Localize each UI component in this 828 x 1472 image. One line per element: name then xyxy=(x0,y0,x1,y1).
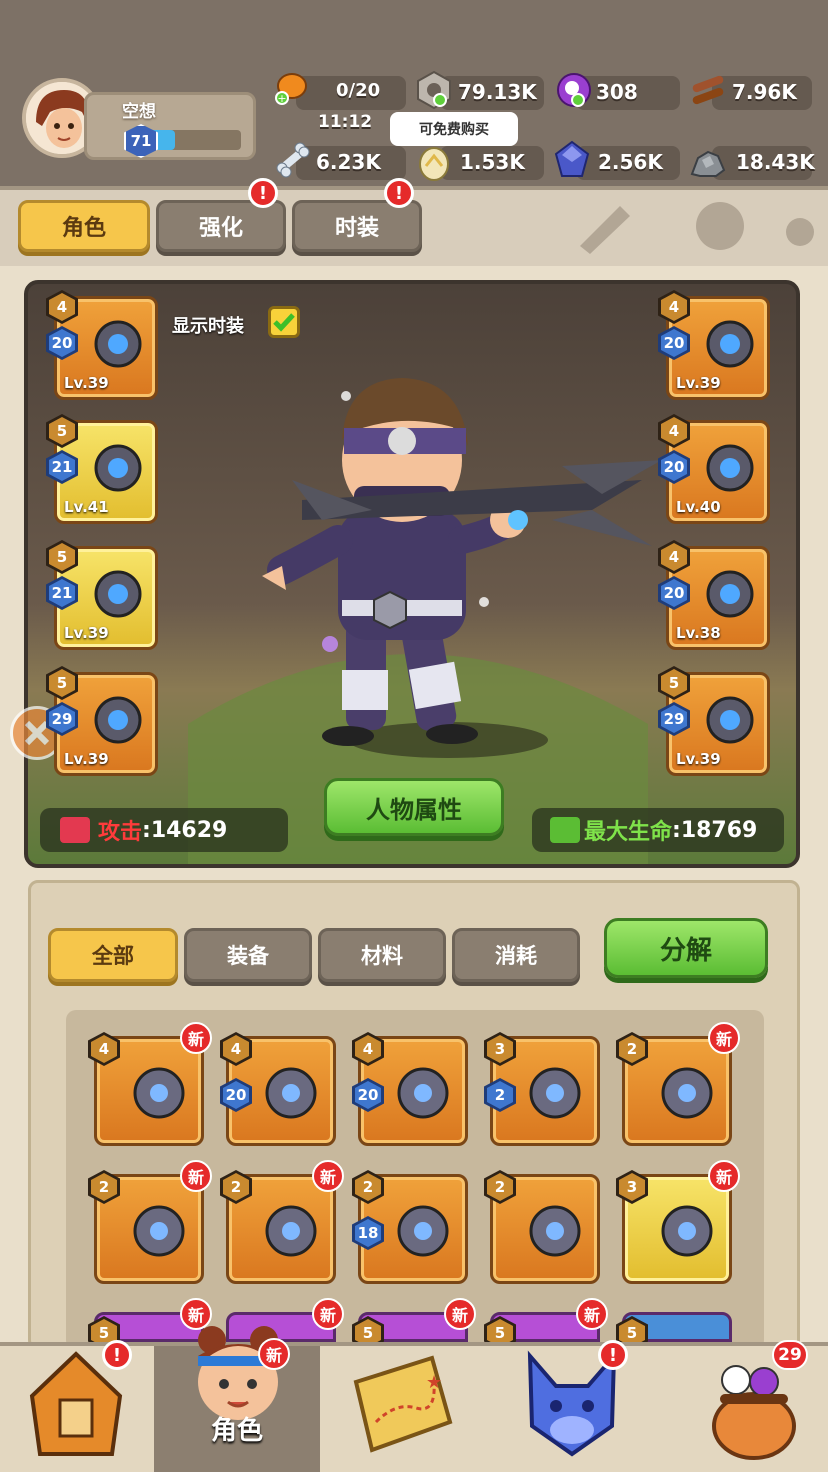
gem-value: 308 xyxy=(596,80,638,104)
filter-tab-all[interactable]: 全部 xyxy=(48,928,178,982)
item-icon xyxy=(661,1067,713,1119)
treasure-map-icon: ★ xyxy=(353,1355,453,1453)
item-icon xyxy=(529,1205,581,1257)
enhance-alert-icon: ! xyxy=(248,178,278,208)
check-icon xyxy=(273,313,295,332)
hexcoin-value: 79.13K xyxy=(458,80,537,104)
bone-value: 6.23K xyxy=(316,150,381,174)
nav-character-label: 角色 xyxy=(211,1416,264,1446)
purple-gem-icon[interactable] xyxy=(554,70,594,110)
tab-costume[interactable]: 时装 xyxy=(292,200,422,252)
stone-value: 18.43K xyxy=(736,150,815,174)
heart-icon xyxy=(550,817,580,843)
nav-map-button[interactable]: ★ xyxy=(346,1352,458,1456)
new-badge: 新 xyxy=(708,1160,740,1192)
equipment-level: Lv.40 xyxy=(676,498,721,516)
decompose-button[interactable]: 分解 xyxy=(604,918,768,978)
equipment-icon xyxy=(94,696,142,744)
player-name: 空想 xyxy=(122,102,156,122)
equipment-icon xyxy=(94,570,142,618)
equipment-level: Lv.39 xyxy=(64,750,109,768)
hp-stat: 最大生命 :18769 xyxy=(532,808,784,852)
egg-icon[interactable] xyxy=(414,142,454,182)
filter-tab-consumable[interactable]: 消耗 xyxy=(452,928,580,982)
attributes-button[interactable]: 人物属性 xyxy=(324,778,504,836)
show-costume-checkbox[interactable] xyxy=(268,306,300,338)
svg-text:+: + xyxy=(277,92,286,105)
equipment-level: Lv.39 xyxy=(676,374,721,392)
character-figure[interactable] xyxy=(262,370,672,750)
new-badge: 新 xyxy=(576,1298,608,1330)
base-alert-icon: ! xyxy=(102,1340,132,1370)
filter-tab-material[interactable]: 材料 xyxy=(318,928,446,982)
equipment-icon xyxy=(706,320,754,368)
svg-text:★: ★ xyxy=(426,1372,442,1393)
bag-icon xyxy=(712,1365,796,1460)
attack-icon xyxy=(60,817,90,843)
equipment-level: Lv.39 xyxy=(676,750,721,768)
equipment-level: Lv.41 xyxy=(64,498,109,516)
bag-count-badge: 29 xyxy=(772,1340,808,1370)
equipment-icon xyxy=(94,444,142,492)
hex-nut-icon[interactable] xyxy=(414,70,454,110)
item-icon xyxy=(397,1205,449,1257)
item-icon xyxy=(529,1067,581,1119)
item-icon xyxy=(133,1205,185,1257)
blue-crystal-icon[interactable] xyxy=(552,140,592,180)
equipment-icon xyxy=(706,570,754,618)
new-badge: 新 xyxy=(180,1160,212,1192)
hp-label: 最大生命 xyxy=(584,820,673,845)
filter-tab-equipment[interactable]: 装备 xyxy=(184,928,312,982)
new-badge: 新 xyxy=(708,1022,740,1054)
equipment-icon xyxy=(706,696,754,744)
new-badge: 新 xyxy=(444,1298,476,1330)
tab-character[interactable]: 角色 xyxy=(18,200,150,252)
show-costume-label: 显示时装 xyxy=(172,316,244,337)
free-purchase-tooltip: 可免费购买 xyxy=(390,112,518,146)
item-icon xyxy=(661,1205,713,1257)
stamina-value: 0/20 xyxy=(336,80,381,101)
tab-enhance[interactable]: 强化 xyxy=(156,200,286,252)
character-new-badge: 新 xyxy=(258,1338,290,1370)
meat-icon[interactable]: + xyxy=(270,68,310,108)
item-icon xyxy=(265,1067,317,1119)
item-icon xyxy=(397,1067,449,1119)
stamina-timer: 11:12 xyxy=(318,112,373,132)
wood-value: 7.96K xyxy=(732,80,797,104)
item-icon xyxy=(265,1205,317,1257)
new-badge: 新 xyxy=(312,1160,344,1192)
crystal-value: 2.56K xyxy=(598,150,663,174)
stone-icon[interactable] xyxy=(688,140,728,180)
attack-stat: 攻击 :14629 xyxy=(40,808,288,852)
equipment-icon xyxy=(706,444,754,492)
item-icon xyxy=(133,1067,185,1119)
wood-logs-icon[interactable] xyxy=(688,70,728,110)
equipment-level: Lv.39 xyxy=(64,374,109,392)
attack-label: 攻击 xyxy=(98,820,143,845)
costume-alert-icon: ! xyxy=(384,178,414,208)
new-badge: 新 xyxy=(312,1298,344,1330)
equipment-icon xyxy=(94,320,142,368)
pet-alert-icon: ! xyxy=(598,1340,628,1370)
equipment-level: Lv.39 xyxy=(64,624,109,642)
attack-value: :14629 xyxy=(142,817,228,843)
nav-bag-button[interactable] xyxy=(706,1356,802,1460)
egg-value: 1.53K xyxy=(460,150,525,174)
hp-value: :18769 xyxy=(672,817,758,843)
equipment-level: Lv.38 xyxy=(676,624,721,642)
bone-icon[interactable] xyxy=(272,140,312,180)
new-badge: 新 xyxy=(180,1022,212,1054)
bone-decoration-icon xyxy=(560,196,820,256)
